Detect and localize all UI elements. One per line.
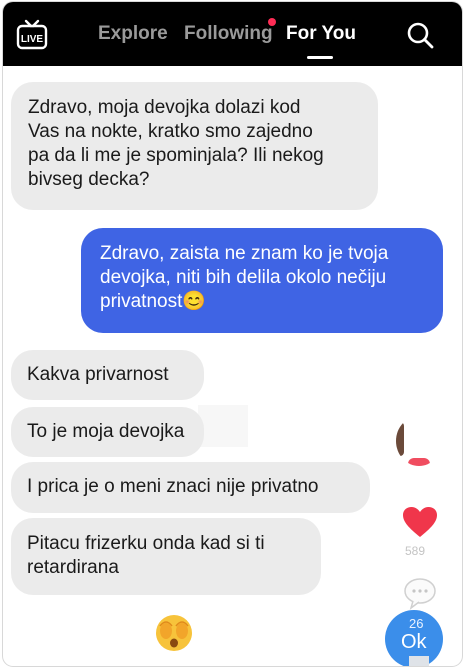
tab-for-you[interactable]: For You bbox=[286, 23, 356, 45]
live-label: LIVE bbox=[21, 34, 44, 45]
active-tab-indicator bbox=[307, 56, 333, 59]
ok-count: 26 bbox=[409, 616, 424, 631]
ok-reaction-button[interactable]: 26 Ok bbox=[385, 610, 443, 666]
tab-following[interactable]: Following bbox=[184, 23, 273, 45]
like-button[interactable] bbox=[401, 505, 439, 539]
face-with-hands-over-eyes-emoji bbox=[153, 612, 195, 654]
message-received: I prica je o meni znaci nije privatno bbox=[11, 462, 370, 513]
ok-base bbox=[409, 656, 429, 666]
screen: LIVE Explore Following For You Zdravo, m… bbox=[3, 2, 462, 666]
message-received: To je moja devojka bbox=[11, 407, 204, 457]
comment-bubble-icon bbox=[404, 578, 436, 610]
heart-icon bbox=[403, 507, 437, 537]
top-navigation-bar: LIVE Explore Following For You bbox=[3, 2, 462, 66]
comment-button[interactable] bbox=[402, 576, 438, 610]
search-icon bbox=[407, 22, 434, 49]
message-sent: Zdravo, zaista ne znam ko je tvoja devoj… bbox=[81, 228, 443, 333]
tab-explore[interactable]: Explore bbox=[98, 23, 168, 45]
live-button[interactable]: LIVE bbox=[15, 18, 49, 52]
message-received: Zdravo, moja devojka dolazi kod Vas na n… bbox=[11, 82, 378, 210]
overlay-sticker bbox=[198, 405, 248, 447]
message-received: Kakva privarnost bbox=[11, 350, 204, 400]
ok-label: Ok bbox=[401, 631, 427, 653]
like-count: 589 bbox=[405, 544, 426, 558]
search-button[interactable] bbox=[405, 20, 435, 50]
creator-avatar[interactable] bbox=[396, 416, 442, 466]
avatar-image bbox=[396, 422, 404, 456]
notification-dot bbox=[268, 18, 276, 26]
follow-plus-badge[interactable] bbox=[408, 458, 430, 466]
live-tv-icon: LIVE bbox=[16, 19, 48, 50]
message-received: Pitacu frizerku onda kad si ti retardira… bbox=[11, 518, 321, 595]
